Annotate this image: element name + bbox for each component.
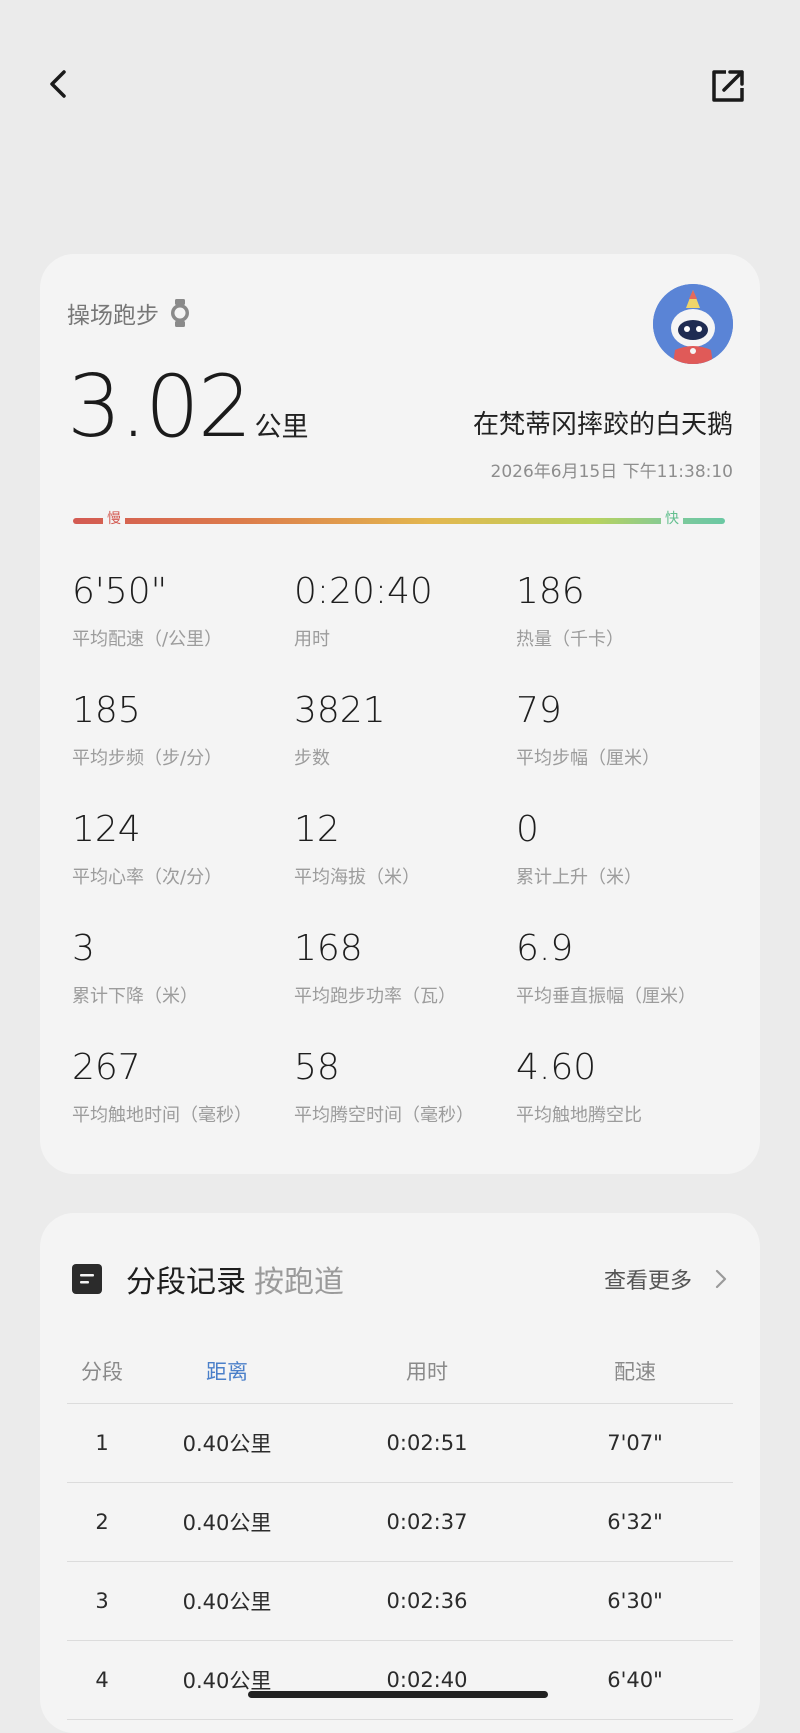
column-header-pace[interactable]: 配速	[537, 1356, 733, 1386]
stat-label: 平均腾空时间（毫秒）	[294, 1105, 474, 1126]
avatar[interactable]	[653, 284, 733, 364]
stat-label: 平均步频（步/分）	[72, 748, 223, 769]
column-header-segment[interactable]: 分段	[67, 1356, 137, 1386]
share-external-icon	[712, 70, 744, 102]
splits-header: 分段记录 按跑道 查看更多	[72, 1257, 728, 1301]
splits-table: 分段 距离 用时 配速 1 0.40公里 0:02:51 7'07" 2 0.4…	[67, 1343, 733, 1720]
pace-cell: 6'40"	[607, 1668, 663, 1692]
pace-slow-label: 慢	[103, 509, 125, 529]
stat-item: 3 累计下降（米）	[72, 931, 294, 1050]
stat-label: 平均触地时间（毫秒）	[72, 1105, 252, 1126]
stat-item: 6.9 平均垂直振幅（厘米）	[516, 931, 732, 1050]
time-cell: 0:02:51	[386, 1431, 468, 1455]
column-header-distance[interactable]: 距离	[137, 1356, 317, 1386]
stat-value: 58	[294, 1047, 340, 1088]
stat-item: 267 平均触地时间（毫秒）	[72, 1050, 294, 1169]
table-row: 2 0.40公里 0:02:37 6'32"	[67, 1483, 733, 1562]
stat-item: 12 平均海拔（米）	[294, 812, 516, 931]
stat-label: 平均心率（次/分）	[72, 867, 223, 888]
sport-type: 操场跑步	[67, 296, 191, 330]
stat-label: 平均配速（/公里）	[72, 629, 223, 650]
stat-label: 平均跑步功率（瓦）	[294, 986, 456, 1007]
distance-value: 3.02	[67, 357, 252, 457]
table-row: 1 0.40公里 0:02:51 7'07"	[67, 1404, 733, 1483]
workout-summary-card: 操场跑步 3.02 公里 在梵蒂冈摔跤的白天鹅 2026年6月15日 下午11:…	[40, 254, 760, 1174]
stat-label: 用时	[294, 629, 330, 650]
stat-label: 步数	[294, 748, 330, 769]
stat-item: 186 热量（千卡）	[516, 574, 732, 693]
stat-item: 79 平均步幅（厘米）	[516, 693, 732, 812]
stat-item: 124 平均心率（次/分）	[72, 812, 294, 931]
pace-fast-label: 快	[661, 509, 683, 529]
stat-value: 168	[294, 928, 363, 969]
stat-value: 6'50"	[72, 571, 168, 612]
stats-grid: 6'50" 平均配速（/公里） 0:20:40 用时 186 热量（千卡） 185 平均…	[72, 574, 732, 1169]
stat-item: 3821 步数	[294, 693, 516, 812]
view-more-label: 查看更多	[603, 1269, 692, 1294]
share-button[interactable]	[706, 64, 750, 108]
stat-value: 0:20:40	[294, 571, 433, 612]
pace-cell: 7'07"	[607, 1431, 663, 1455]
sport-type-label: 操场跑步	[67, 303, 159, 329]
distance-cell: 0.40公里	[182, 1432, 272, 1456]
home-indicator[interactable]	[248, 1691, 548, 1698]
stat-value: 185	[72, 690, 141, 731]
table-header-row: 分段 距离 用时 配速	[67, 1343, 733, 1404]
segment-cell: 1	[95, 1431, 109, 1455]
pace-cell: 6'32"	[607, 1510, 663, 1534]
column-header-time[interactable]: 用时	[317, 1356, 537, 1386]
time-cell: 0:02:36	[386, 1589, 468, 1613]
stat-item: 0:20:40 用时	[294, 574, 516, 693]
stat-value: 3821	[294, 690, 386, 731]
avatar-image	[653, 284, 733, 364]
distance-cell: 0.40公里	[182, 1590, 272, 1614]
back-button[interactable]	[38, 62, 82, 106]
splits-title: 分段记录	[126, 1265, 246, 1300]
stat-item: 0 累计上升（米）	[516, 812, 732, 931]
stat-label: 热量（千卡）	[516, 629, 624, 650]
segment-cell: 3	[95, 1589, 109, 1613]
distance-unit: 公里	[254, 412, 309, 443]
stat-label: 累计下降（米）	[72, 986, 198, 1007]
stat-item: 58 平均腾空时间（毫秒）	[294, 1050, 516, 1169]
stat-value: 4.60	[516, 1047, 597, 1088]
stat-item: 4.60 平均触地腾空比	[516, 1050, 732, 1169]
pace-cell: 6'30"	[607, 1589, 663, 1613]
segment-cell: 2	[95, 1510, 109, 1534]
stat-value: 79	[516, 690, 562, 731]
segment-cell: 4	[95, 1668, 109, 1692]
time-cell: 0:02:37	[386, 1510, 468, 1534]
pace-gradient-bar: 慢 快	[73, 509, 725, 529]
stat-item: 185 平均步频（步/分）	[72, 693, 294, 812]
stat-value: 267	[72, 1047, 141, 1088]
stat-value: 12	[294, 809, 340, 850]
stat-value: 186	[516, 571, 585, 612]
top-bar	[0, 0, 800, 180]
stat-label: 平均海拔（米）	[294, 867, 420, 888]
stat-label: 平均触地腾空比	[516, 1105, 642, 1126]
stat-label: 平均垂直振幅（厘米）	[516, 986, 696, 1007]
stat-label: 累计上升（米）	[516, 867, 642, 888]
table-row: 4 0.40公里 0:02:40 6'40"	[67, 1641, 733, 1720]
splits-mode-toggle[interactable]: 按跑道	[254, 1257, 344, 1301]
stat-value: 124	[72, 809, 141, 850]
stat-label: 平均步幅（厘米）	[516, 748, 660, 769]
distance-cell: 0.40公里	[182, 1511, 272, 1535]
stat-value: 0	[516, 809, 539, 850]
username: 在梵蒂冈摔跤的白天鹅	[472, 410, 733, 440]
time-cell: 0:02:40	[386, 1668, 468, 1692]
list-icon	[72, 1264, 102, 1294]
watch-icon	[171, 299, 189, 327]
chevron-right-icon	[715, 1269, 727, 1289]
stat-item: 6'50" 平均配速（/公里）	[72, 574, 294, 693]
chevron-left-icon	[50, 70, 66, 98]
view-more-link[interactable]: 查看更多	[604, 1263, 728, 1295]
stat-item: 168 平均跑步功率（瓦）	[294, 931, 516, 1050]
total-distance: 3.02 公里	[67, 364, 308, 450]
splits-card: 分段记录 按跑道 查看更多 分段 距离 用时 配速 1 0.40公里 0:02:…	[40, 1213, 760, 1733]
stat-value: 6.9	[516, 928, 574, 969]
stat-value: 3	[72, 928, 95, 969]
workout-datetime: 2026年6月15日 下午11:38:10	[490, 462, 733, 482]
table-row: 3 0.40公里 0:02:36 6'30"	[67, 1562, 733, 1641]
